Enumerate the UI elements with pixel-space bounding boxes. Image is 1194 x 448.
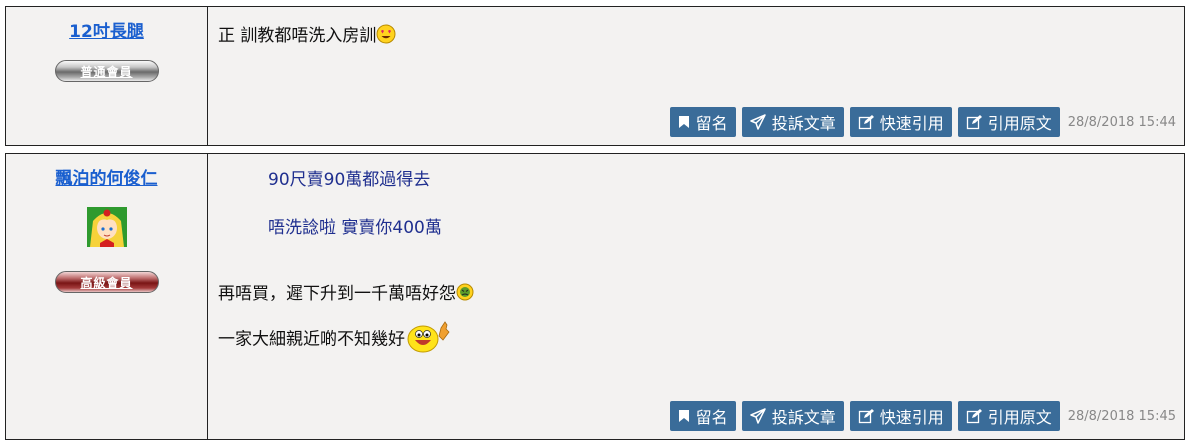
author-name-link[interactable]: 12吋長腿 [6, 17, 207, 42]
report-button[interactable]: 投訴文章 [741, 107, 844, 137]
rank-badge-wrap: 高級會員 [6, 271, 207, 293]
message-text: 再唔買，遲下升到一千萬唔好怨 [218, 284, 456, 304]
edit-icon [966, 114, 982, 130]
report-label: 投訴文章 [771, 408, 836, 427]
edit-icon [858, 114, 874, 130]
avatar[interactable] [86, 207, 127, 247]
avatar-image [86, 207, 127, 247]
rank-badge-wrap: 普通會員 [6, 60, 207, 82]
edit-icon [858, 408, 874, 424]
author-panel: 12吋長腿 普通會員 [6, 7, 208, 145]
quick-quote-label: 快速引用 [879, 114, 944, 133]
quick-quote-label: 快速引用 [879, 408, 944, 427]
bookmark-button[interactable]: 留名 [669, 107, 736, 137]
quick-quote-button[interactable]: 快速引用 [849, 107, 952, 137]
bookmark-icon [678, 409, 690, 423]
post-actions: 留名 投訴文章 快速引用 引用原文 28/8/2018 15:45 [669, 401, 1176, 431]
author-name-link[interactable]: 飄泊的何俊仁 [6, 164, 207, 189]
quick-quote-button[interactable]: 快速引用 [849, 401, 952, 431]
message-text: 一家大細親近啲不知幾好 [218, 329, 405, 350]
post-content: 正 訓教都唔洗入房訓 留名 投訴文章 快速引用 引用原文 28/8/2018 1… [208, 7, 1184, 145]
post-message-line: 一家大細親近啲不知幾好 [218, 320, 451, 359]
paper-plane-icon [749, 408, 766, 424]
paper-plane-icon [749, 114, 766, 130]
post-message: 正 訓教都唔洗入房訓 [218, 21, 396, 49]
post-actions: 留名 投訴文章 快速引用 引用原文 28/8/2018 15:44 [669, 107, 1176, 137]
report-label: 投訴文章 [771, 114, 836, 133]
bookmark-icon [678, 115, 690, 129]
bookmark-label: 留名 [695, 114, 728, 133]
post-timestamp: 28/8/2018 15:45 [1067, 408, 1176, 424]
quote-line: 90尺賣90萬都過得去 [268, 170, 431, 190]
rank-badge: 普通會員 [54, 60, 159, 82]
quote-original-label: 引用原文 [987, 114, 1052, 133]
post-content: 90尺賣90萬都過得去 唔洗諗啦 實賣你400萬 再唔買，遲下升到一千萬唔好怨 … [208, 154, 1184, 439]
post-1: 12吋長腿 普通會員 正 訓教都唔洗入房訓 留名 投訴文章 快速引用 引用原文 [5, 6, 1185, 146]
waving-smiley-emoji-icon [405, 320, 451, 359]
quote-original-label: 引用原文 [987, 408, 1052, 427]
quote-line: 唔洗諗啦 實賣你400萬 [268, 218, 442, 238]
bookmark-label: 留名 [695, 408, 728, 427]
rank-badge: 高級會員 [54, 271, 159, 293]
post-message-line: 再唔買，遲下升到一千萬唔好怨 [218, 279, 474, 306]
edit-icon [966, 408, 982, 424]
post-2: 飄泊的何俊仁 高級會員 90尺賣90萬都過得去 唔洗諗啦 實賣你400萬 再唔買… [5, 153, 1185, 440]
bookmark-button[interactable]: 留名 [669, 401, 736, 431]
report-button[interactable]: 投訴文章 [741, 401, 844, 431]
post-timestamp: 28/8/2018 15:44 [1067, 114, 1176, 130]
author-panel: 飄泊的何俊仁 高級會員 [6, 154, 208, 439]
message-text: 正 訓教都唔洗入房訓 [218, 26, 377, 46]
quote-original-button[interactable]: 引用原文 [957, 107, 1060, 137]
heart-eyes-emoji-icon [376, 24, 396, 49]
quote-original-button[interactable]: 引用原文 [957, 401, 1060, 431]
sick-face-emoji-icon [456, 283, 474, 306]
